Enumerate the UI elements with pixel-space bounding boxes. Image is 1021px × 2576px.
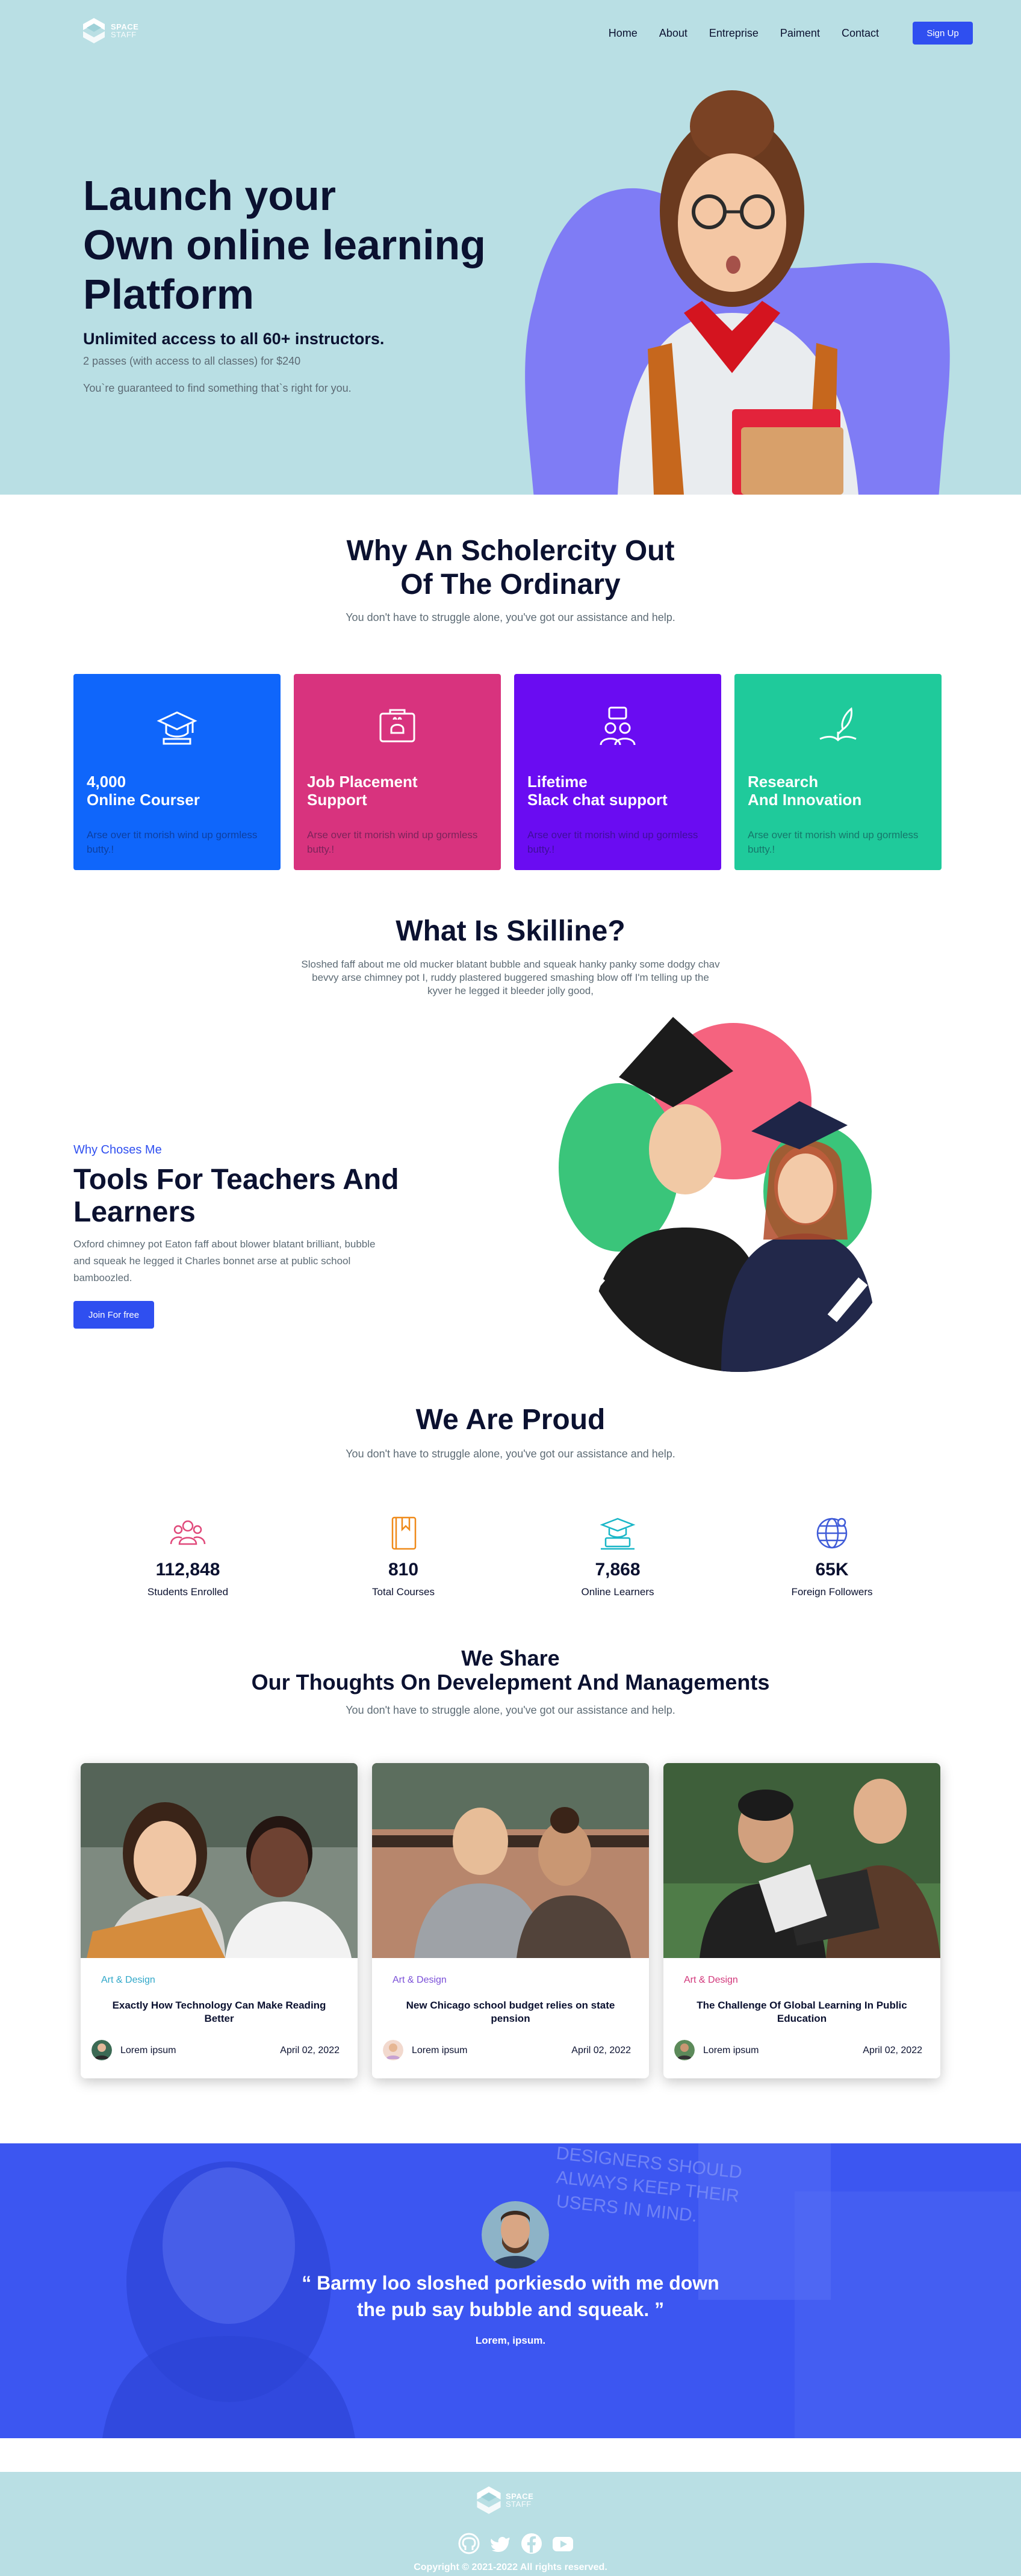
blog-post-image <box>81 1763 358 1958</box>
author-avatar <box>383 2040 403 2060</box>
testimonial-author: Lorem, ipsum. <box>475 2335 546 2346</box>
blog-section-title: We Share Our Thoughts On Develepment And… <box>251 1646 770 1694</box>
feature-card-title: 4,000 Online Courser <box>87 773 200 809</box>
hero-title: Launch your Own online learning Platform <box>83 172 486 318</box>
blog-post-title[interactable]: New Chicago school budget relies on stat… <box>396 1999 625 2025</box>
blog-post-image <box>663 1763 940 1958</box>
footer-logo-line2: STAFF <box>506 2500 532 2509</box>
proud-section-title: We Are Proud <box>415 1404 606 1436</box>
stat-foreign-followers: 65K Foreign Followers <box>766 1514 898 1598</box>
hero-guarantee: You`re guaranteed to find something that… <box>83 382 352 394</box>
blog-post-category[interactable]: Art & Design <box>101 1975 155 1986</box>
space-staff-logo-icon <box>477 2486 501 2514</box>
nav-paiment[interactable]: Paiment <box>780 27 820 40</box>
feature-card-job-placement[interactable]: Job Placement Support Arse over tit mori… <box>294 674 501 870</box>
feature-card-desc: Arse over tit morish wind up gormless bu… <box>527 829 698 855</box>
testimonial-avatar <box>482 2201 549 2269</box>
hero-subtitle: Unlimited access to all 60+ instructors. <box>83 330 385 348</box>
main-nav: Home About Entreprise Paiment Contact Si… <box>609 22 973 45</box>
logo-text-line2: STAFF <box>111 30 137 39</box>
author-avatar <box>674 2040 695 2060</box>
stat-label: Students Enrolled <box>147 1586 229 1598</box>
graduates-image <box>559 1017 878 1372</box>
stat-label: Foreign Followers <box>791 1586 873 1598</box>
why-section-title: Why An Scholercity Out Of The Ordinary <box>346 535 675 601</box>
feature-card-desc: Arse over tit morish wind up gormless bu… <box>748 829 919 855</box>
testimonial-quote: “ Barmy loo sloshed porkiesdo with me do… <box>302 2272 719 2320</box>
stat-label: Online Learners <box>581 1586 654 1598</box>
globe-icon <box>816 1518 848 1549</box>
feature-card-title: Research And Innovation <box>748 773 862 809</box>
feature-card-lifetime-support[interactable]: Lifetime Slack chat support Arse over ti… <box>514 674 721 870</box>
briefcase-icon <box>379 709 415 743</box>
blog-post-date: April 02, 2022 <box>863 2045 922 2056</box>
why-choose-eyebrow: Why Choses Me <box>73 1143 162 1157</box>
hero-student-image <box>618 90 858 495</box>
stat-value: 810 <box>388 1560 419 1580</box>
twitter-icon[interactable] <box>489 2532 512 2555</box>
nav-entreprise[interactable]: Entreprise <box>709 27 759 40</box>
blog-post-author: Lorem ipsum <box>703 2045 759 2056</box>
feature-card-online-courses[interactable]: 4,000 Online Courser Arse over tit moris… <box>73 674 281 870</box>
blog-post-card[interactable]: Art & Design Exactly How Technology Can … <box>81 1763 358 2078</box>
blog-post-card[interactable]: Art & Design The Challenge Of Global Lea… <box>663 1763 940 2078</box>
space-staff-logo-icon <box>83 18 105 43</box>
stat-label: Total Courses <box>372 1586 435 1598</box>
nav-home[interactable]: Home <box>609 27 638 40</box>
blog-post-title[interactable]: Exactly How Technology Can Make Reading … <box>105 1999 334 2025</box>
blog-post-date: April 02, 2022 <box>280 2045 340 2056</box>
stat-value: 112,848 <box>155 1560 220 1580</box>
what-section-title: What Is Skilline? <box>396 915 625 947</box>
stat-total-courses: 810 Total Courses <box>337 1514 470 1598</box>
tools-heading: Tools For Teachers And Learners <box>73 1164 399 1228</box>
book-feather-icon <box>819 707 857 742</box>
author-avatar <box>92 2040 112 2060</box>
tools-description: Oxford chimney pot Eaton faff about blow… <box>73 1238 376 1283</box>
copyright-text: Copyright © 2021-2022 All rights reserve… <box>414 2562 607 2572</box>
blog-post-author: Lorem ipsum <box>120 2045 176 2056</box>
social-links <box>458 2532 574 2555</box>
blog-post-author: Lorem ipsum <box>412 2045 468 2056</box>
footer: SPACE STAFF Copyright © 2021-2022 All ri… <box>0 2472 1021 2576</box>
blog-post-date: April 02, 2022 <box>571 2045 631 2056</box>
feature-card-desc: Arse over tit morish wind up gormless bu… <box>307 829 478 855</box>
feature-card-research[interactable]: Research And Innovation Arse over tit mo… <box>734 674 942 870</box>
stat-online-learners: 7,868 Online Learners <box>551 1514 684 1598</box>
sign-up-button[interactable]: Sign Up <box>913 22 973 45</box>
facebook-icon[interactable] <box>520 2532 543 2555</box>
stat-students-enrolled: 112,848 Students Enrolled <box>122 1514 254 1598</box>
what-section-subtitle: Sloshed faff about me old mucker blatant… <box>301 959 720 996</box>
graduation-cap-icon <box>157 711 197 745</box>
blog-post-category[interactable]: Art & Design <box>684 1975 738 1986</box>
nav-contact[interactable]: Contact <box>842 27 879 40</box>
youtube-icon[interactable] <box>551 2532 574 2555</box>
stat-value: 65K <box>815 1560 849 1580</box>
blog-post-category[interactable]: Art & Design <box>393 1975 447 1986</box>
feature-card-title: Lifetime Slack chat support <box>527 773 668 809</box>
feature-card-desc: Arse over tit morish wind up gormless bu… <box>87 829 258 855</box>
book-icon <box>391 1516 417 1550</box>
blog-post-title[interactable]: The Challenge Of Global Learning In Publ… <box>687 1999 916 2025</box>
blog-post-card[interactable]: Art & Design New Chicago school budget r… <box>372 1763 649 2078</box>
proud-section-subtitle: You don't have to struggle alone, you've… <box>346 1448 675 1460</box>
nav-about[interactable]: About <box>659 27 687 40</box>
hero-pass-info: 2 passes (with access to all classes) fo… <box>83 355 301 367</box>
join-for-free-button[interactable]: Join For free <box>73 1301 154 1329</box>
hero-section: SPACE STAFF Home About Entreprise Paimen… <box>0 0 1021 495</box>
stat-value: 7,868 <box>595 1560 641 1580</box>
testimonial-section: DESIGNERS SHOULD ALWAYS KEEP THEIR USERS… <box>0 2143 1021 2438</box>
why-section-subtitle: You don't have to struggle alone, you've… <box>346 611 675 623</box>
laptop-cap-icon <box>600 1518 636 1550</box>
github-icon[interactable] <box>458 2532 480 2555</box>
feature-card-title: Job Placement Support <box>307 773 418 809</box>
blog-section-subtitle: You don't have to struggle alone, you've… <box>346 1704 675 1716</box>
blog-post-image <box>372 1763 649 1958</box>
footer-logo[interactable]: SPACE STAFF <box>476 2485 533 2515</box>
chat-users-icon <box>600 706 636 746</box>
logo[interactable]: SPACE STAFF <box>82 17 138 45</box>
users-icon <box>170 1520 206 1545</box>
